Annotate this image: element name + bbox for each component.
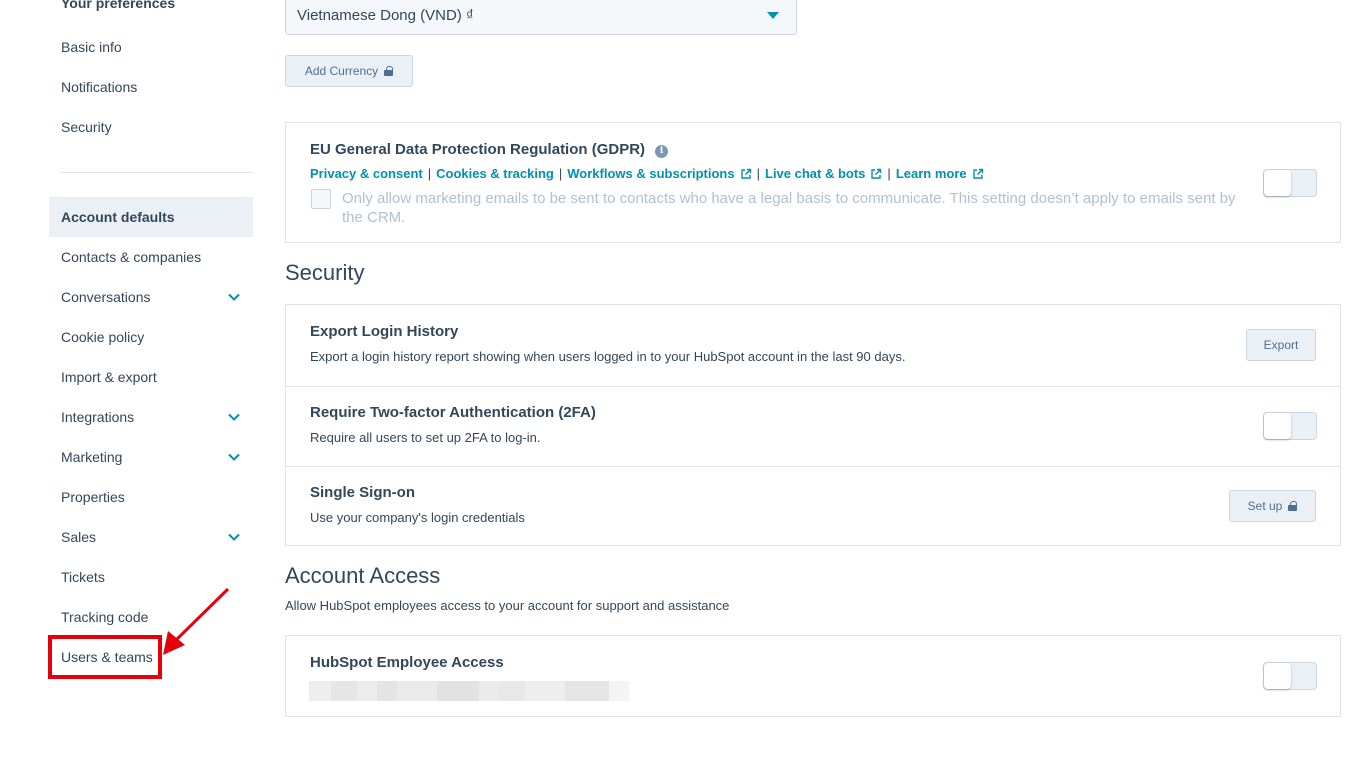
- sidebar-item-contacts-companies[interactable]: Contacts & companies: [49, 237, 253, 277]
- link-separator: |: [887, 166, 891, 181]
- toggle-knob: [1264, 663, 1291, 689]
- sidebar-item-marketing[interactable]: Marketing: [49, 437, 253, 477]
- sidebar-item-notifications[interactable]: Notifications: [49, 67, 253, 107]
- row-title: Export Login History: [310, 323, 459, 340]
- add-currency-label: Add Currency: [304, 64, 379, 78]
- gdpr-marketing-checkbox[interactable]: [311, 189, 331, 209]
- sidebar-item-label: Contacts & companies: [61, 249, 202, 265]
- sidebar-item-label: Cookie policy: [61, 329, 145, 345]
- gdpr-links: Privacy & consent | Cookies & tracking |…: [310, 166, 984, 181]
- toggle-knob: [1264, 413, 1291, 439]
- sidebar-item-cookie-policy[interactable]: Cookie policy: [49, 317, 253, 357]
- settings-sidebar: Your preferences Basic info Notification…: [0, 0, 270, 769]
- gdpr-toggle[interactable]: [1263, 169, 1317, 197]
- row-title: Require Two-factor Authentication (2FA): [310, 404, 596, 421]
- gdpr-checkbox-label: Only allow marketing emails to be sent t…: [342, 190, 1236, 226]
- external-link-icon[interactable]: [972, 168, 984, 180]
- row-title: HubSpot Employee Access: [310, 654, 504, 671]
- annotation-arrow-icon: [163, 587, 230, 655]
- sidebar-item-label: Marketing: [61, 449, 123, 465]
- setup-button-label: Set up: [1247, 499, 1283, 513]
- employee-access-toggle[interactable]: [1263, 662, 1317, 690]
- toggle-knob: [1264, 170, 1291, 196]
- sidebar-item-label: Account defaults: [61, 209, 175, 225]
- sidebar-item-account-defaults[interactable]: Account defaults: [49, 197, 253, 237]
- learn-more-link[interactable]: Learn more: [896, 166, 967, 181]
- sidebar-divider: [61, 172, 253, 173]
- require-2fa-row: Require Two-factor Authentication (2FA) …: [286, 386, 1340, 466]
- external-link-icon[interactable]: [740, 168, 752, 180]
- sidebar-item-label: Conversations: [61, 289, 151, 305]
- sidebar-heading-preferences: Your preferences: [61, 0, 176, 11]
- privacy-consent-link[interactable]: Privacy & consent: [310, 166, 423, 181]
- lock-icon: [384, 66, 394, 76]
- sidebar-item-integrations[interactable]: Integrations: [49, 397, 253, 437]
- sidebar-item-label: Tracking code: [61, 609, 149, 625]
- lock-icon: [1288, 501, 1298, 511]
- currency-select[interactable]: Vietnamese Dong (VND) ₫: [285, 0, 797, 35]
- cookies-tracking-link[interactable]: Cookies & tracking: [436, 166, 554, 181]
- live-chat-bots-link[interactable]: Live chat & bots: [765, 166, 865, 181]
- chevron-down-icon[interactable]: [227, 290, 241, 304]
- external-link-icon[interactable]: [870, 168, 882, 180]
- sidebar-item-label: Sales: [61, 529, 97, 545]
- info-icon[interactable]: i: [655, 145, 669, 158]
- gdpr-title-text: EU General Data Protection Regulation (G…: [310, 141, 646, 158]
- row-description: Use your company's login credentials: [310, 510, 525, 525]
- caret-down-icon: [767, 12, 779, 19]
- sidebar-item-label: Properties: [61, 489, 125, 505]
- link-separator: |: [558, 166, 563, 181]
- sidebar-item-label: Integrations: [61, 409, 135, 425]
- export-login-history-row: Export Login History Export a login hist…: [286, 305, 1340, 386]
- sidebar-item-conversations[interactable]: Conversations: [49, 277, 253, 317]
- row-title: Single Sign-on: [310, 484, 415, 501]
- currency-select-value: Vietnamese Dong (VND) ₫: [297, 6, 474, 24]
- add-currency-button[interactable]: Add Currency: [285, 55, 413, 87]
- single-sign-on-row: Single Sign-on Use your company's login …: [286, 466, 1340, 546]
- export-button[interactable]: Export: [1246, 329, 1316, 361]
- security-section-title: Security: [285, 260, 365, 285]
- workflows-subscriptions-link[interactable]: Workflows & subscriptions: [567, 166, 734, 181]
- sidebar-item-label: Security: [61, 119, 112, 135]
- link-separator: |: [756, 166, 760, 181]
- sidebar-item-label: Notifications: [61, 79, 138, 95]
- sidebar-item-import-export[interactable]: Import & export: [49, 357, 253, 397]
- chevron-down-icon[interactable]: [227, 450, 241, 464]
- sidebar-item-label: Tickets: [61, 569, 105, 585]
- employee-access-card: HubSpot Employee Access: [285, 635, 1341, 717]
- two-factor-toggle[interactable]: [1263, 412, 1317, 440]
- sidebar-item-label: Import & export: [61, 369, 157, 385]
- chevron-down-icon[interactable]: [227, 530, 241, 544]
- gdpr-title: EU General Data Protection Regulation (G…: [310, 141, 669, 158]
- security-card: Export Login History Export a login hist…: [285, 304, 1341, 546]
- gdpr-card: EU General Data Protection Regulation (G…: [285, 122, 1341, 243]
- sidebar-item-label: Basic info: [61, 39, 122, 55]
- row-description: Require all users to set up 2FA to log-i…: [310, 430, 541, 445]
- sidebar-item-basic-info[interactable]: Basic info: [49, 27, 253, 67]
- sidebar-item-security[interactable]: Security: [49, 107, 253, 147]
- chevron-down-icon[interactable]: [227, 410, 241, 424]
- sidebar-item-properties[interactable]: Properties: [49, 477, 253, 517]
- sidebar-item-sales[interactable]: Sales: [49, 517, 253, 557]
- redacted-text: [309, 681, 658, 701]
- link-separator: |: [427, 166, 432, 181]
- account-access-description: Allow HubSpot employees access to your a…: [285, 598, 730, 613]
- annotation-highlight-box: [48, 635, 162, 679]
- row-description: Export a login history report showing wh…: [310, 349, 906, 364]
- export-button-label: Export: [1263, 338, 1299, 352]
- setup-sso-button[interactable]: Set up: [1229, 490, 1316, 522]
- account-access-title: Account Access: [285, 563, 441, 588]
